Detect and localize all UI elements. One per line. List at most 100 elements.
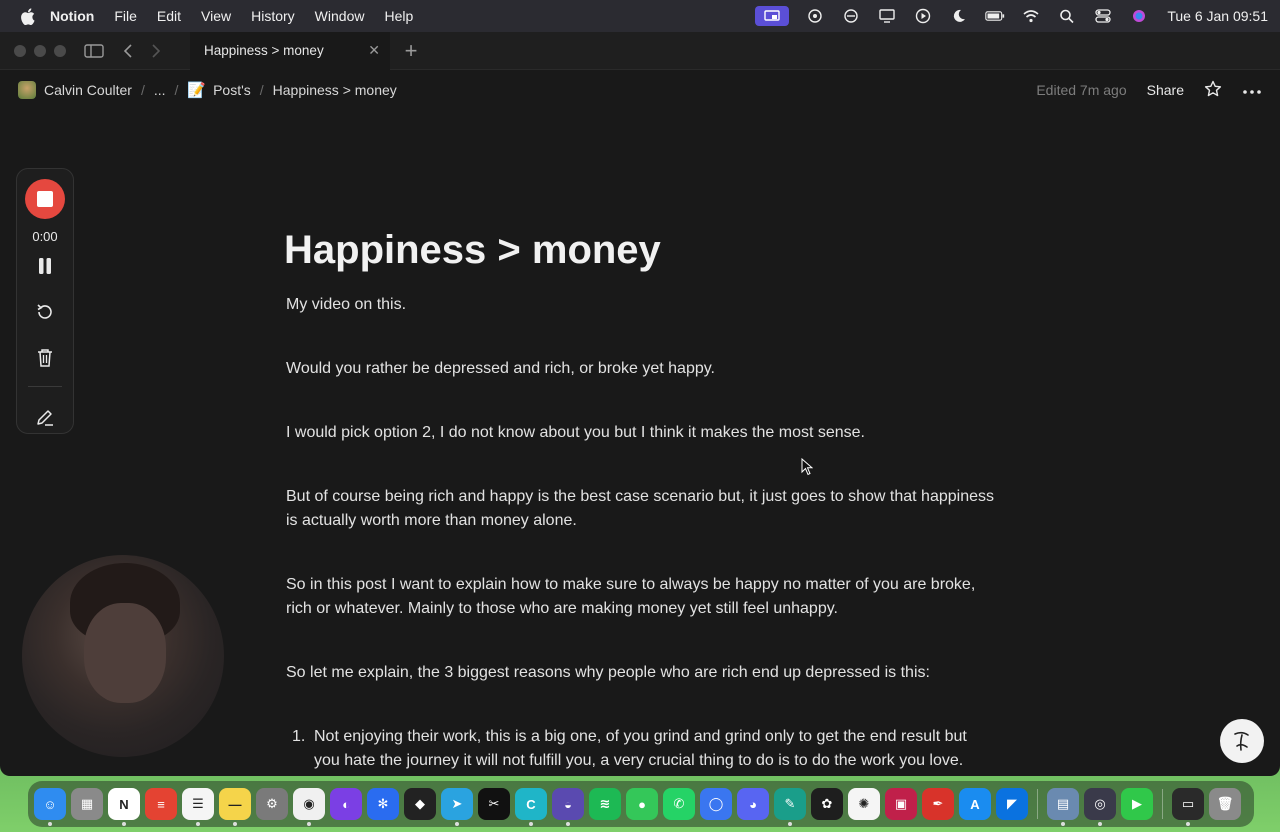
menu-app-name[interactable]: Notion (50, 8, 94, 24)
dock-reminders-icon[interactable]: ☰ (182, 788, 214, 826)
dock-facetime-icon[interactable]: ▶ (1121, 788, 1153, 820)
close-tab-icon[interactable]: ✕ (368, 42, 380, 59)
trash-icon[interactable] (31, 344, 59, 372)
dock-todoist-icon[interactable]: ≡ (145, 788, 177, 820)
dock-quill-app-icon[interactable]: ✒ (922, 788, 954, 820)
restart-icon[interactable] (31, 298, 59, 326)
webcam-face (84, 603, 166, 703)
page-title[interactable]: Happiness > money (284, 228, 996, 273)
search-icon[interactable] (1057, 8, 1077, 24)
tab-happiness-money[interactable]: Happiness > money ✕ (190, 32, 390, 70)
minimize-window-button[interactable] (34, 44, 46, 57)
menu-edit[interactable]: Edit (157, 8, 181, 24)
tab-bar: Happiness > money ✕ + (0, 32, 1280, 70)
wifi-icon[interactable] (1021, 8, 1041, 24)
dock-whatsapp-icon[interactable]: ✆ (663, 788, 695, 820)
siri-icon[interactable] (1129, 8, 1149, 24)
dock-screen-recorder-icon[interactable]: ▭ (1172, 788, 1204, 826)
menu-clock[interactable]: Tue 6 Jan 09:51 (1167, 8, 1268, 24)
dock-messages-icon[interactable]: ● (626, 788, 658, 820)
dock: ☺ ▦ N ≡ ☰ — ⚙ ◉ ◐ ✻ ◆ ➤ ✂ C ◒ ≋ ● ✆ ◯ ◕ ✎ ✿ ✺ ▣ ✒ A ◤ ▤ ◎ ▶ ▭ 🗑 (28, 781, 1254, 827)
draw-icon[interactable] (31, 403, 59, 431)
dock-app-store-icon[interactable]: A (959, 788, 991, 820)
more-options-icon[interactable] (1242, 82, 1262, 98)
dock-blue-app-icon[interactable]: ◤ (996, 788, 1028, 820)
menu-view[interactable]: View (201, 8, 231, 24)
play-icon[interactable] (913, 8, 933, 24)
dock-separator (1162, 789, 1163, 819)
menu-history[interactable]: History (251, 8, 295, 24)
sidebar-toggle-icon[interactable] (82, 39, 106, 63)
stop-icon (37, 191, 53, 207)
share-button[interactable]: Share (1147, 82, 1184, 98)
dock-preview-icon[interactable]: ▤ (1047, 788, 1079, 826)
dock-red-app-icon[interactable]: ▣ (885, 788, 917, 820)
paragraph[interactable]: So in this post I want to explain how to… (286, 573, 996, 621)
dock-chrome-icon[interactable]: ◉ (293, 788, 325, 826)
dock-discord-icon[interactable]: ◕ (737, 788, 769, 820)
stop-recording-button[interactable] (25, 179, 65, 219)
dock-snowflake-app-icon[interactable]: ✻ (367, 788, 399, 820)
menu-file[interactable]: File (114, 8, 137, 24)
dock-finder-icon[interactable]: ☺ (34, 788, 66, 826)
breadcrumb-parent[interactable]: Post's (213, 82, 251, 98)
tab-title: Happiness > money (204, 43, 324, 58)
dock-launchpad-icon[interactable]: ▦ (71, 788, 103, 820)
dock-chatgpt-icon[interactable]: ✿ (811, 788, 843, 820)
star-icon[interactable] (1204, 80, 1222, 101)
moon-icon[interactable] (949, 8, 969, 24)
breadcrumb-separator: / (174, 82, 179, 98)
dock-audio-app-icon[interactable]: ◆ (404, 788, 436, 820)
dock-telegram-icon[interactable]: ➤ (441, 788, 473, 826)
forward-icon[interactable] (144, 39, 168, 63)
dock-canva-icon[interactable]: C (515, 788, 547, 826)
window-controls (14, 44, 66, 57)
mouse-cursor-icon (801, 458, 813, 476)
dock-arc-icon[interactable]: ◐ (330, 788, 362, 820)
chatgpt-status-icon[interactable] (805, 8, 825, 24)
do-not-disturb-icon[interactable] (841, 8, 861, 24)
page-topbar: Calvin Coulter / ... / 📝 Post's / Happin… (0, 70, 1280, 110)
workspace-avatar (18, 81, 36, 99)
help-icon[interactable] (1220, 719, 1264, 763)
screen-share-icon[interactable] (755, 6, 790, 26)
dock-capcut-icon[interactable]: ✂ (478, 788, 510, 820)
paragraph[interactable]: But of course being rich and happy is th… (286, 485, 996, 533)
close-window-button[interactable] (14, 44, 26, 57)
dock-separator (1037, 789, 1038, 819)
dock-signal-icon[interactable]: ◯ (700, 788, 732, 820)
list-item[interactable]: 1. Not enjoying their work, this is a bi… (286, 725, 996, 773)
dock-trash-icon[interactable]: 🗑 (1209, 788, 1241, 820)
paragraph[interactable]: So let me explain, the 3 biggest reasons… (286, 661, 996, 685)
dock-notion-icon[interactable]: N (108, 788, 140, 826)
breadcrumb-ellipsis[interactable]: ... (154, 82, 166, 98)
menu-window[interactable]: Window (315, 8, 365, 24)
new-tab-icon[interactable]: + (398, 38, 424, 64)
paragraph[interactable]: I would pick option 2, I do not know abo… (286, 421, 996, 445)
paragraph[interactable]: Would you rather be depressed and rich, … (286, 357, 996, 381)
dock-feather-app-icon[interactable]: ✎ (774, 788, 806, 826)
paragraph[interactable]: My video on this. (286, 293, 996, 317)
dock-spotify-icon[interactable]: ≋ (589, 788, 621, 820)
webcam-bubble[interactable] (22, 555, 224, 757)
display-icon[interactable] (877, 8, 897, 24)
back-icon[interactable] (116, 39, 140, 63)
control-center-icon[interactable] (1093, 8, 1113, 24)
list-item-text: Not enjoying their work, this is a big o… (314, 728, 967, 769)
breadcrumb-workspace[interactable]: Calvin Coulter (44, 82, 132, 98)
breadcrumb-separator: / (140, 82, 145, 98)
battery-icon[interactable] (985, 8, 1005, 24)
breadcrumb-current[interactable]: Happiness > money (273, 82, 397, 98)
zoom-window-button[interactable] (54, 44, 66, 57)
menu-help[interactable]: Help (384, 8, 413, 24)
apple-icon[interactable] (18, 7, 36, 25)
screen-recorder-panel: 0:00 (16, 168, 74, 434)
dock-vpn-app-icon[interactable]: ◒ (552, 788, 584, 826)
dock-settings-icon[interactable]: ⚙ (256, 788, 288, 820)
dock-photos-icon[interactable]: ✺ (848, 788, 880, 820)
pause-icon[interactable] (31, 252, 59, 280)
dock-quicktime-icon[interactable]: ◎ (1084, 788, 1116, 826)
breadcrumb: Calvin Coulter / ... / 📝 Post's / Happin… (18, 81, 397, 99)
memo-icon: 📝 (187, 82, 207, 99)
dock-notes-icon[interactable]: — (219, 788, 251, 826)
